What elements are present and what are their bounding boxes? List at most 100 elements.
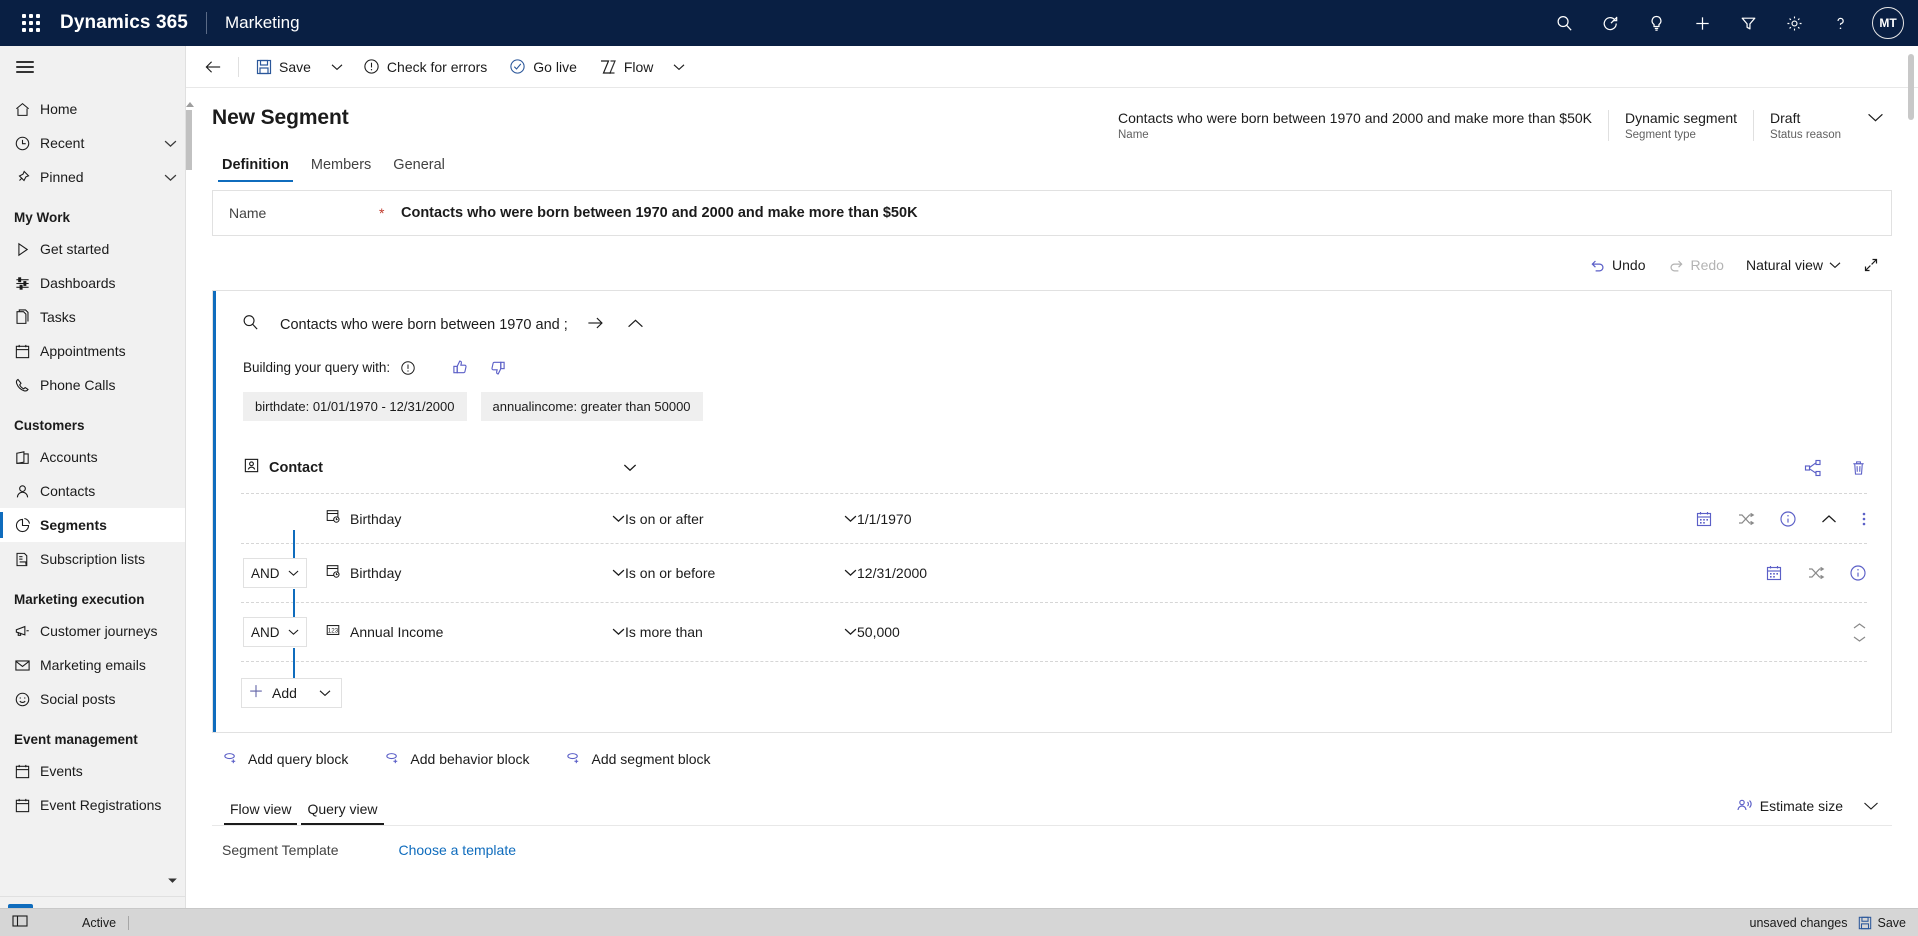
info-icon[interactable]: [1849, 564, 1867, 582]
tab-definition[interactable]: Definition: [212, 151, 299, 182]
logic-operator-dropdown[interactable]: AND: [243, 617, 307, 647]
view-mode-dropdown[interactable]: Natural view: [1737, 250, 1850, 280]
operator-dropdown[interactable]: Is on or before: [625, 564, 857, 582]
operator-dropdown[interactable]: Is on or after: [625, 510, 857, 528]
thumbs-down-icon[interactable]: [489, 359, 506, 376]
gear-icon[interactable]: [1774, 3, 1814, 43]
lightbulb-icon[interactable]: [1636, 3, 1676, 43]
filter-icon[interactable]: [1728, 3, 1768, 43]
sidebar-item-events[interactable]: Events: [0, 754, 185, 788]
submit-query-icon[interactable]: [582, 315, 609, 336]
view-bar-expand-icon[interactable]: [1854, 791, 1888, 821]
condition-value[interactable]: 1/1/1970: [857, 511, 1695, 527]
flow-dropdown[interactable]: [665, 51, 693, 83]
sidebar-item-label: Social posts: [40, 691, 116, 707]
tab-flow-view[interactable]: Flow view: [222, 797, 299, 825]
share-block-icon[interactable]: [1804, 459, 1822, 477]
sidebar-item-pinned[interactable]: Pinned: [0, 160, 185, 194]
calendar-picker-icon[interactable]: [1765, 564, 1783, 582]
save-button[interactable]: Save: [246, 51, 321, 83]
sidebar-item-label: Subscription lists: [40, 551, 146, 567]
add-segment-block-button[interactable]: Add segment block: [565, 749, 711, 769]
sidebar-item-label: Tasks: [40, 309, 76, 325]
sidebar-item-recent[interactable]: Recent: [0, 126, 185, 160]
expand-query-button[interactable]: [1854, 250, 1888, 280]
segment-template-label: Segment Template: [222, 842, 339, 858]
logic-operator-dropdown[interactable]: AND: [243, 558, 307, 588]
field-dropdown[interactable]: Birthday: [325, 563, 625, 584]
add-condition-button[interactable]: ＋ Add: [241, 678, 342, 708]
back-button[interactable]: [196, 51, 231, 83]
menu-toggle-icon[interactable]: [0, 46, 185, 88]
chevron-down-icon[interactable]: [164, 169, 177, 185]
status-save-button[interactable]: Save: [1858, 916, 1906, 930]
chevron-up-icon: [1853, 622, 1866, 628]
info-icon[interactable]: [400, 360, 416, 376]
sidebar-item-customer-journeys[interactable]: Customer journeys: [0, 614, 185, 648]
redo-label: Redo: [1690, 257, 1724, 273]
relative-date-icon[interactable]: [1737, 511, 1755, 527]
sidebar-item-appointments[interactable]: Appointments: [0, 334, 185, 368]
content-scrollbar[interactable]: [184, 96, 194, 296]
avatar[interactable]: MT: [1872, 7, 1904, 39]
sidebar-group-marketing-execution: Marketing execution: [14, 592, 145, 607]
estimate-size-button[interactable]: Estimate size: [1727, 791, 1852, 821]
status-pane-icon[interactable]: [12, 914, 28, 931]
relative-date-icon[interactable]: [1807, 565, 1825, 581]
sidebar-item-dashboards[interactable]: Dashboards: [0, 266, 185, 300]
name-field-value[interactable]: Contacts who were born between 1970 and …: [401, 205, 918, 221]
sidebar-item-social-posts[interactable]: Social posts: [0, 682, 185, 716]
more-options-icon[interactable]: [1861, 510, 1867, 528]
page-scrollbar[interactable]: [1907, 46, 1915, 936]
delete-block-icon[interactable]: [1850, 459, 1867, 477]
tab-general[interactable]: General: [383, 151, 455, 182]
sidebar-item-contacts[interactable]: Contacts: [0, 474, 185, 508]
tab-members[interactable]: Members: [301, 151, 381, 182]
add-query-block-button[interactable]: Add query block: [222, 749, 348, 769]
app-name: Marketing: [224, 13, 300, 32]
sidebar-item-tasks[interactable]: Tasks: [0, 300, 185, 334]
go-live-button[interactable]: Go live: [499, 51, 587, 83]
header-expand-icon[interactable]: [1857, 106, 1892, 128]
search-icon[interactable]: [1544, 3, 1584, 43]
check-for-errors-button[interactable]: Check for errors: [353, 51, 497, 83]
query-chip[interactable]: birthdate: 01/01/1970 - 12/31/2000: [243, 392, 467, 421]
collapse-search-icon[interactable]: [623, 316, 648, 334]
save-dropdown[interactable]: [323, 51, 351, 83]
info-icon[interactable]: [1779, 510, 1797, 528]
accounts-icon: [14, 449, 40, 466]
app-launcher-icon[interactable]: [14, 6, 48, 40]
flow-label: Flow: [623, 58, 654, 75]
sidebar-item-home[interactable]: Home: [0, 92, 185, 126]
choose-template-link[interactable]: Choose a template: [398, 842, 516, 858]
calendar-picker-icon[interactable]: [1695, 510, 1713, 528]
sidebar-item-get-started[interactable]: Get started: [0, 232, 185, 266]
sidebar-item-segments[interactable]: Segments: [0, 508, 185, 542]
operator-dropdown[interactable]: Is more than: [625, 623, 857, 641]
thumbs-up-icon[interactable]: [452, 359, 469, 376]
condition-value[interactable]: 50,000: [857, 624, 1852, 640]
nl-search-input[interactable]: Contacts who were born between 1970 and …: [280, 317, 568, 333]
chevron-down-icon[interactable]: [164, 135, 177, 151]
field-dropdown[interactable]: 123 Annual Income: [325, 622, 625, 643]
plus-icon[interactable]: [1682, 3, 1722, 43]
sidebar-item-marketing-emails[interactable]: Marketing emails: [0, 648, 185, 682]
flow-button[interactable]: Flow: [589, 51, 664, 83]
entity-dropdown-icon[interactable]: [623, 459, 637, 477]
number-stepper[interactable]: [1852, 622, 1867, 642]
field-label: Annual Income: [350, 624, 444, 640]
field-dropdown[interactable]: Birthday: [325, 508, 625, 529]
undo-button[interactable]: Undo: [1580, 250, 1654, 280]
add-behavior-block-button[interactable]: Add behavior block: [384, 749, 529, 769]
tab-query-view[interactable]: Query view: [299, 797, 385, 825]
collapse-condition-icon[interactable]: [1821, 514, 1837, 524]
help-icon[interactable]: [1820, 3, 1860, 43]
sidebar-item-accounts[interactable]: Accounts: [0, 440, 185, 474]
sidebar-item-subscription-lists[interactable]: Subscription lists: [0, 542, 185, 576]
condition-value[interactable]: 12/31/2000: [857, 565, 1765, 581]
query-chip[interactable]: annualincome: greater than 50000: [480, 392, 703, 421]
diagnostics-icon[interactable]: [1590, 3, 1630, 43]
sidebar-scroll-down-icon[interactable]: [166, 874, 179, 892]
sidebar-item-phone-calls[interactable]: Phone Calls: [0, 368, 185, 402]
sidebar-item-event-registrations[interactable]: Event Registrations: [0, 788, 185, 822]
